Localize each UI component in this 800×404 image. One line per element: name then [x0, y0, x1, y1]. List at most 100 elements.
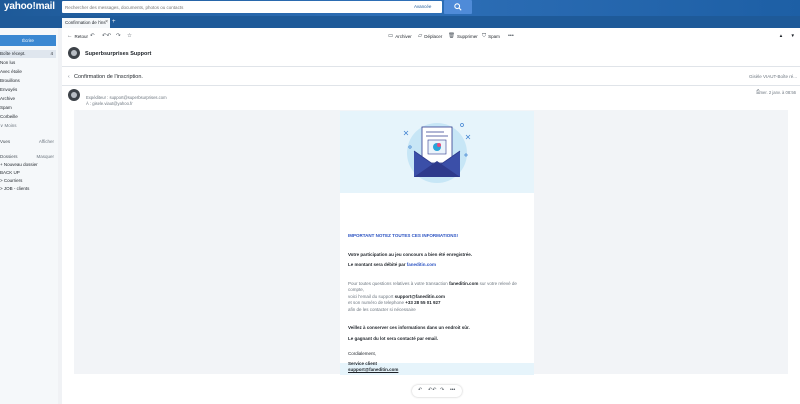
compose-button[interactable]: Écrire: [0, 35, 56, 46]
sidebar-item-label: > JOB - clients: [0, 186, 30, 191]
email-winner: Le gagnant du lot sera contacté par emai…: [348, 336, 528, 342]
sidebar-item-less[interactable]: ∨ Moins: [0, 122, 56, 130]
sidebar-item-trash[interactable]: Corbeille: [0, 113, 56, 121]
folder-item-job-clients[interactable]: > JOB - clients: [0, 185, 56, 193]
shield-icon: ⛉: [482, 33, 487, 39]
move-button[interactable]: ▱ Déplacer: [418, 33, 442, 39]
line1-text: Votre participation au jeu concours a bi…: [348, 252, 472, 257]
forward-button[interactable]: ↷: [116, 33, 121, 39]
sidebar-item-spam[interactable]: Spam: [0, 104, 56, 112]
message-header: Expéditeur : support@superbsurprises.com…: [62, 88, 800, 110]
search-input[interactable]: [62, 1, 402, 13]
keep-text: Veillez à conserver ces informations dan…: [348, 325, 470, 330]
sidebar-item-archive[interactable]: Archive: [0, 95, 56, 103]
folders-toggle[interactable]: Masquer: [36, 154, 54, 159]
sidebar-item-sent[interactable]: Envoyés: [0, 86, 56, 94]
avatar: [68, 89, 80, 101]
prev-next-arrows[interactable]: ▲ ▼: [779, 33, 795, 38]
sidebar-item-drafts[interactable]: Brouillons: [0, 77, 56, 85]
divider: [62, 85, 800, 86]
inbox-count-badge: 4: [50, 51, 53, 56]
chevron-down-icon[interactable]: ▼: [791, 33, 795, 38]
signature-block: Service client support@faneditin.com: [348, 361, 528, 374]
sidebar-item-label: > Courriers: [0, 178, 23, 183]
faneditin-link[interactable]: faneditin.com: [407, 262, 436, 267]
winner-text: Le gagnant du lot sera contacté par emai…: [348, 336, 439, 341]
search-box: Avancée: [62, 1, 442, 13]
archive-icon: ▭: [388, 33, 394, 39]
email-card: IMPORTANT NOTEZ TOUTES CES INFORMATIONS!…: [340, 111, 534, 375]
q1-text: Pour toutes questions relatives à votre …: [348, 281, 450, 286]
sidebar-item-label: Spam: [0, 105, 12, 110]
regards-text: Cordialement,: [348, 351, 377, 356]
sidebar-item-label: Avec étoile: [0, 69, 22, 74]
email-body: IMPORTANT NOTEZ TOUTES CES INFORMATIONS!…: [74, 110, 788, 375]
from-line: Expéditeur : support@superbsurprises.com: [86, 95, 167, 100]
subject-row[interactable]: ‹ Confirmation de l'inscription. Gisèle …: [62, 70, 800, 84]
q3-bold: +33 28 55 01 927: [405, 300, 441, 306]
more-actions-button[interactable]: •••: [508, 33, 514, 39]
archive-button[interactable]: ▭ Archiver: [388, 33, 412, 39]
arrow-left-icon: ←: [67, 33, 73, 39]
email-keep: Veillez à conserver ces informations dan…: [348, 325, 528, 331]
archive-label: Archiver: [395, 33, 412, 39]
tab-close-icon[interactable]: ×: [105, 19, 108, 25]
top-bar: yahoo!mail Avancée: [0, 0, 800, 16]
spam-button[interactable]: ⛉ Spam: [482, 33, 500, 40]
q1-bold: faneditin.com: [449, 281, 479, 286]
divider: [62, 66, 800, 67]
forward-icon[interactable]: ↷: [440, 387, 444, 393]
advanced-search-link[interactable]: Avancée: [414, 4, 431, 9]
more-icon[interactable]: •••: [450, 387, 455, 393]
support-email-link[interactable]: support@faneditin.com: [348, 367, 398, 372]
envelope-illustration: [340, 111, 534, 193]
sidebar-item-starred[interactable]: Avec étoile: [0, 68, 56, 76]
q2-bold: support@faneditin.com: [394, 293, 446, 299]
email-footer-band: Service client support@faneditin.com: [340, 361, 534, 375]
reply-icon[interactable]: ↶: [418, 387, 422, 393]
back-button[interactable]: ← Retour: [67, 33, 88, 39]
reply-icon: ↶: [90, 33, 95, 39]
folder-item-courriers[interactable]: > Courriers: [0, 177, 56, 185]
more-icon: •••: [508, 33, 514, 39]
q4-text: afin de les contacter si nécessaire: [348, 306, 416, 312]
sidebar-item-unread[interactable]: Non lus: [0, 59, 56, 67]
reply-all-button[interactable]: ↶↶: [102, 33, 111, 39]
message-toolbar: ← Retour ↶ ↶↶ ↷ ☆ ▭ Archiver ▱ Déplacer …: [62, 28, 800, 44]
sidebar-item-inbox[interactable]: Boîte récept. 4: [0, 50, 56, 58]
sidebar-item-label: Brouillons: [0, 78, 20, 83]
search-icon: [454, 3, 462, 11]
q2-text: voici l'email du support: [348, 293, 395, 299]
yahoo-mail-logo[interactable]: yahoo!mail: [4, 1, 55, 12]
email-line2: Le montant sera débité par faneditin.com: [348, 262, 528, 268]
search-button[interactable]: [444, 0, 472, 14]
delete-label: Supprimer: [456, 33, 478, 39]
delete-button[interactable]: 🗑︎ Supprimer: [448, 33, 478, 39]
views-header: Vues Afficher: [0, 139, 56, 144]
message-subject: Confirmation de l'inscription.: [74, 74, 143, 80]
quick-reply-bar: ↶ ↶↶ ↷ •••: [412, 385, 462, 397]
sidebar-item-label: Envoyés: [0, 87, 18, 92]
sidebar-item-label: Archive: [0, 96, 16, 101]
reply-button[interactable]: ↶: [90, 33, 95, 39]
folder-path: Gisèle VIAUT-Boîte ré...: [748, 74, 797, 79]
sidebar: Écrire Boîte récept. 4 Non lus Avec étoi…: [0, 28, 58, 404]
trash-icon: 🗑︎: [448, 33, 455, 39]
new-folder-button[interactable]: + Nouveau dossier: [0, 161, 56, 169]
forward-icon: ↷: [116, 33, 121, 39]
star-button[interactable]: ☆: [127, 33, 132, 39]
folder-item-backup[interactable]: BACK UP: [0, 169, 56, 177]
reply-all-icon[interactable]: ↶↶: [428, 387, 436, 393]
tab-confirmation[interactable]: Confirmation de l'ins ×: [62, 18, 110, 28]
back-label: Retour: [74, 33, 89, 39]
tab-label: Confirmation de l'ins: [65, 20, 106, 25]
line2-text: Le montant sera débité par: [348, 262, 407, 267]
message-date: mer. 2 janv. à 08:56: [759, 90, 796, 95]
views-title: Vues: [0, 139, 11, 144]
sidebar-item-label: Boîte récept.: [0, 51, 26, 56]
new-tab-button[interactable]: +: [112, 19, 116, 25]
chevron-up-icon[interactable]: ▲: [779, 33, 783, 38]
chevron-left-icon[interactable]: ‹: [68, 74, 70, 80]
email-line1: Votre participation au jeu concours a bi…: [348, 252, 528, 258]
views-toggle[interactable]: Afficher: [39, 139, 54, 144]
